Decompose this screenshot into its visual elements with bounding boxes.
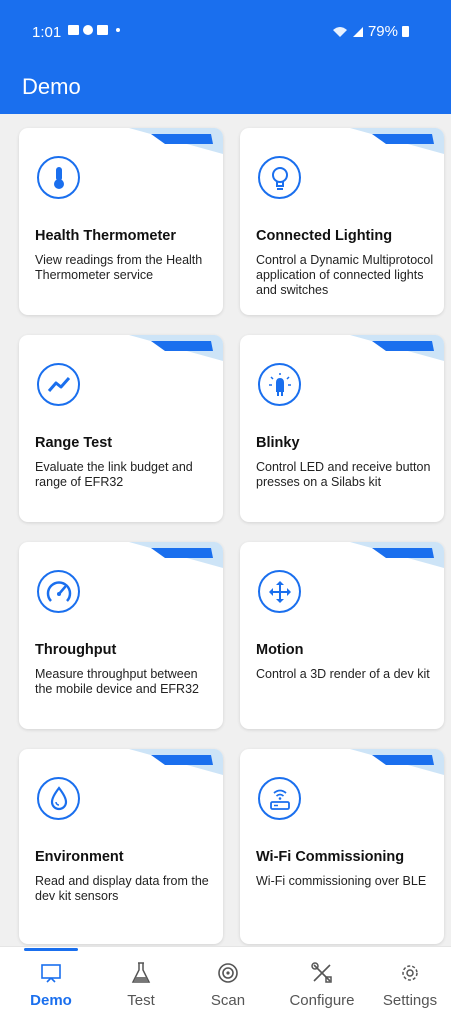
app-bar: Demo	[0, 56, 451, 114]
tools-icon	[311, 962, 332, 983]
notification-icons	[68, 25, 120, 35]
nav-settings[interactable]: Settings	[365, 947, 451, 1014]
card-title: Wi-Fi Commissioning	[256, 849, 405, 865]
card-description: Wi-Fi commissioning over BLE	[256, 874, 427, 888]
card-health-thermometer[interactable]: Health Thermometer View readings from th…	[19, 128, 223, 315]
card-ribbon	[350, 542, 444, 568]
nav-label: Test	[127, 992, 155, 1009]
nav-test[interactable]: Test	[96, 947, 186, 1014]
card-environment[interactable]: Environment Read and display data from t…	[19, 749, 223, 944]
demo-icon	[41, 964, 61, 983]
range-test-icon	[37, 363, 80, 406]
card-ribbon	[129, 335, 223, 361]
thermometer-icon	[37, 156, 80, 199]
card-description: Control LED and receive button presses o…	[256, 460, 431, 489]
card-title: Range Test	[35, 435, 113, 451]
card-motion[interactable]: Motion Control a 3D render of a dev kit	[240, 542, 444, 729]
card-description: Control a Dynamic Multiprotocol applicat…	[256, 253, 434, 297]
flask-icon	[131, 962, 151, 983]
card-description: Evaluate the link budget and range of EF…	[35, 460, 193, 489]
nav-label: Demo	[30, 992, 72, 1009]
nav-label: Settings	[382, 992, 438, 1009]
card-ribbon	[350, 749, 444, 775]
card-title: Health Thermometer	[35, 228, 177, 244]
card-title: Throughput	[35, 642, 117, 658]
card-title: Environment	[35, 849, 124, 865]
nav-label: Configure	[289, 992, 355, 1009]
more-notifications-dot-icon	[116, 28, 120, 32]
settings-notification-icon	[83, 25, 93, 35]
status-bar: 1:01 79%	[0, 0, 451, 56]
page-title: Demo	[22, 74, 81, 99]
battery-percent: 79%	[367, 23, 398, 40]
card-blinky[interactable]: Blinky Control LED and receive button pr…	[240, 335, 444, 522]
card-range-test[interactable]: Range Test Evaluate the link budget and …	[19, 335, 223, 522]
scan-icon	[218, 963, 238, 983]
gallery-icon	[68, 25, 79, 35]
cell-signal-icon	[352, 26, 363, 37]
card-description: Control a 3D render of a dev kit	[256, 667, 430, 681]
status-time: 1:01	[32, 24, 62, 41]
lightbulb-icon	[258, 156, 301, 199]
nav-demo[interactable]: Demo	[6, 947, 96, 1014]
nav-configure[interactable]: Configure	[277, 947, 367, 1014]
nav-scan[interactable]: Scan	[183, 947, 273, 1014]
wifi-signal-icon	[332, 26, 347, 37]
card-ribbon	[129, 128, 223, 154]
card-title: Blinky	[256, 435, 300, 451]
led-icon	[258, 363, 301, 406]
bottom-navigation: Demo Test Scan Configure Settings	[0, 946, 451, 1014]
speedometer-icon	[37, 570, 80, 613]
water-drop-icon	[37, 777, 80, 820]
video-icon	[97, 25, 108, 35]
nav-label: Scan	[210, 992, 246, 1009]
card-description: Read and display data from the dev kit s…	[35, 874, 209, 903]
move-arrows-icon	[258, 570, 301, 613]
card-description: View readings from the Health Thermomete…	[35, 253, 203, 282]
wifi-router-icon	[258, 777, 301, 820]
card-wifi-commissioning[interactable]: Wi-Fi Commissioning Wi-Fi commissioning …	[240, 749, 444, 944]
card-ribbon	[350, 128, 444, 154]
card-description: Measure throughput between the mobile de…	[35, 667, 199, 696]
card-throughput[interactable]: Throughput Measure throughput between th…	[19, 542, 223, 729]
gear-icon	[402, 965, 418, 981]
battery-icon	[402, 26, 409, 37]
card-ribbon	[350, 335, 444, 361]
card-title: Connected Lighting	[256, 228, 393, 244]
card-ribbon	[129, 542, 223, 568]
card-ribbon	[129, 749, 223, 775]
status-right: 79%	[332, 23, 409, 40]
card-title: Motion	[256, 642, 304, 658]
demo-grid: Health Thermometer View readings from th…	[0, 114, 451, 946]
card-connected-lighting[interactable]: Connected Lighting Control a Dynamic Mul…	[240, 128, 444, 315]
